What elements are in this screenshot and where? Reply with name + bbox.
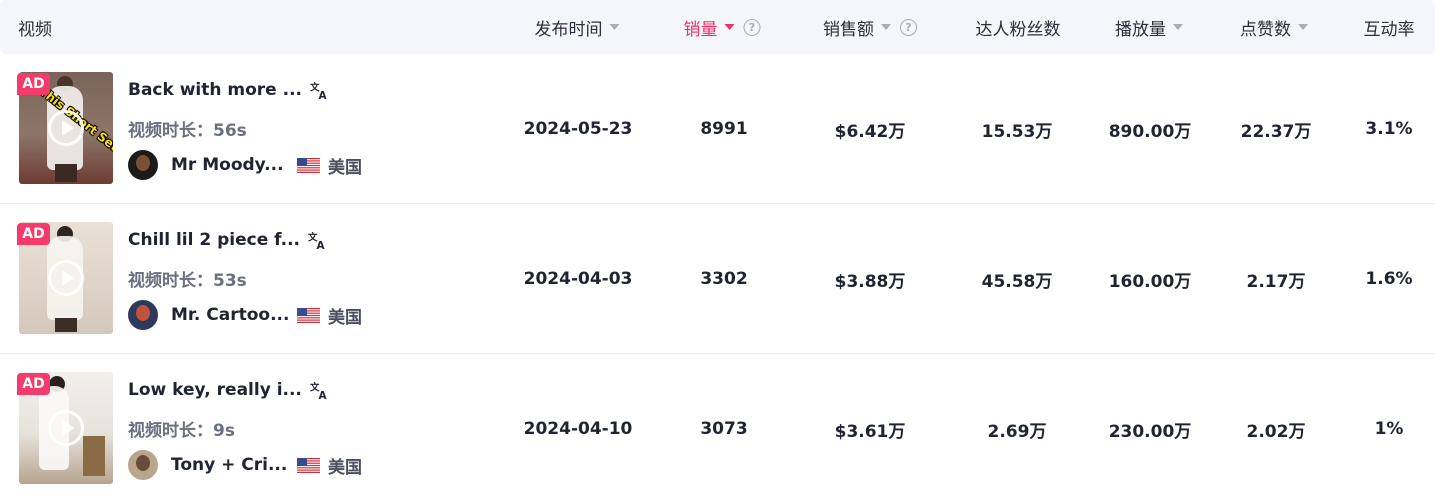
likes-value: 22.37万 (1240, 121, 1312, 142)
column-header-likes[interactable]: 点赞数 (1240, 0, 1308, 54)
publish-date: 2024-04-03 (523, 269, 633, 289)
column-header-sales-label: 销量 (683, 19, 718, 40)
video-duration-value: 53s (213, 271, 247, 291)
translate-icon[interactable]: 文 A (308, 231, 327, 250)
sort-caret-down-icon (1298, 24, 1308, 30)
avatar-face (136, 155, 150, 171)
engagement-value: 1% (1374, 419, 1404, 439)
column-header-plays[interactable]: 播放量 (1115, 0, 1183, 54)
creator-country: 美国 (328, 457, 362, 478)
publish-date: 2024-04-10 (523, 419, 633, 439)
video-title[interactable]: Chill lil 2 piece f... 文 A (128, 230, 327, 250)
creator-country: 美国 (328, 307, 362, 328)
avatar[interactable] (128, 150, 158, 180)
sort-caret-down-icon (881, 24, 891, 30)
revenue-value: $3.61万 (834, 421, 906, 442)
thumbnail-figure (55, 318, 77, 332)
svg-text:A: A (318, 390, 327, 400)
help-question-icon[interactable]: ? (743, 18, 761, 36)
video-duration: 视频时长：9s (128, 416, 235, 441)
column-header-publish-time-label: 发布时间 (534, 19, 603, 40)
creator-info[interactable]: Tony + Cri... 美国 (128, 449, 362, 481)
followers-value: 45.58万 (981, 271, 1053, 292)
thumbnail-figure (55, 164, 77, 182)
column-header-engagement: 互动率 (1364, 0, 1415, 54)
play-icon[interactable] (48, 110, 84, 146)
translate-icon[interactable]: 文 A (310, 81, 329, 100)
video-title-text: Chill lil 2 piece f... (128, 230, 301, 250)
ad-badge: AD (17, 223, 50, 245)
column-header-engagement-label: 互动率 (1363, 19, 1415, 40)
video-duration-value: 9s (213, 421, 235, 441)
video-duration: 视频时长：53s (128, 266, 247, 291)
creator-info[interactable]: Mr Moody... 美国 (128, 149, 362, 181)
plays-value: 230.00万 (1108, 421, 1192, 442)
table-header: 视频 发布时间 销量? 销售额? 达人粉丝数 播放量 点赞数 互动率 (0, 0, 1435, 54)
column-header-sales[interactable]: 销量? (684, 0, 761, 54)
avatar-face (136, 455, 150, 471)
sales-value: 8991 (700, 119, 748, 139)
svg-text:A: A (317, 240, 326, 250)
us-flag-icon (297, 457, 320, 473)
column-header-publish-time[interactable]: 发布时间 (535, 0, 620, 54)
engagement-value: 3.1% (1365, 119, 1413, 139)
sales-value: 3073 (700, 419, 748, 439)
video-duration-value: 56s (213, 121, 247, 141)
video-title[interactable]: Back with more ... 文 A (128, 80, 329, 100)
publish-date: 2024-05-23 (523, 119, 633, 139)
thumbnail-figure (83, 436, 105, 476)
svg-text:A: A (319, 90, 328, 100)
avatar[interactable] (128, 450, 158, 480)
likes-value: 2.17万 (1246, 271, 1306, 292)
column-header-followers-label: 达人粉丝数 (975, 19, 1061, 40)
creator-name[interactable]: Mr. Cartoo... (171, 305, 289, 325)
column-header-followers: 达人粉丝数 (976, 0, 1061, 54)
column-header-video-label: 视频 (18, 19, 52, 40)
column-header-revenue-label: 销售额 (823, 19, 874, 40)
column-header-likes-label: 点赞数 (1240, 19, 1291, 40)
plays-value: 160.00万 (1108, 271, 1192, 292)
revenue-value: $3.88万 (834, 271, 906, 292)
creator-name[interactable]: Tony + Cri... (171, 455, 289, 475)
us-flag-icon (297, 157, 320, 173)
followers-value: 2.69万 (987, 421, 1047, 442)
sort-caret-down-icon (1173, 24, 1183, 30)
video-duration: 视频时长：56s (128, 116, 247, 141)
table-row[interactable]: AD Low key, really i... 文 A 视频时长：9s Tony… (0, 354, 1435, 498)
avatar-face (136, 305, 150, 321)
sort-caret-down-icon (724, 24, 735, 30)
creator-country: 美国 (328, 157, 362, 178)
play-icon[interactable] (48, 260, 84, 296)
video-title-text: Back with more ... (128, 80, 303, 100)
table-row[interactable]: This Short Set! AD Back with more ... 文 … (0, 54, 1435, 204)
sales-value: 3302 (700, 269, 748, 289)
video-duration-label: 视频时长： (128, 121, 213, 141)
video-duration-label: 视频时长： (128, 421, 213, 441)
sort-caret-down-icon (609, 24, 620, 30)
video-title[interactable]: Low key, really i... 文 A (128, 380, 329, 400)
plays-value: 890.00万 (1108, 121, 1192, 142)
ad-badge: AD (17, 73, 50, 95)
column-header-revenue[interactable]: 销售额? (823, 0, 917, 54)
followers-value: 15.53万 (981, 121, 1053, 142)
column-header-plays-label: 播放量 (1115, 19, 1166, 40)
revenue-value: $6.42万 (834, 121, 906, 142)
creator-name[interactable]: Mr Moody... (171, 155, 289, 175)
play-icon[interactable] (48, 410, 84, 446)
creator-info[interactable]: Mr. Cartoo... 美国 (128, 299, 362, 331)
video-title-text: Low key, really i... (128, 380, 302, 400)
column-header-video: 视频 (18, 0, 52, 54)
engagement-value: 1.6% (1365, 269, 1413, 289)
avatar[interactable] (128, 300, 158, 330)
help-question-icon[interactable]: ? (900, 18, 917, 36)
translate-icon[interactable]: 文 A (310, 381, 329, 400)
video-duration-label: 视频时长： (128, 271, 213, 291)
us-flag-icon (297, 307, 320, 323)
likes-value: 2.02万 (1246, 421, 1306, 442)
table-row[interactable]: AD Chill lil 2 piece f... 文 A 视频时长：53s M… (0, 204, 1435, 354)
ad-badge: AD (17, 373, 50, 395)
